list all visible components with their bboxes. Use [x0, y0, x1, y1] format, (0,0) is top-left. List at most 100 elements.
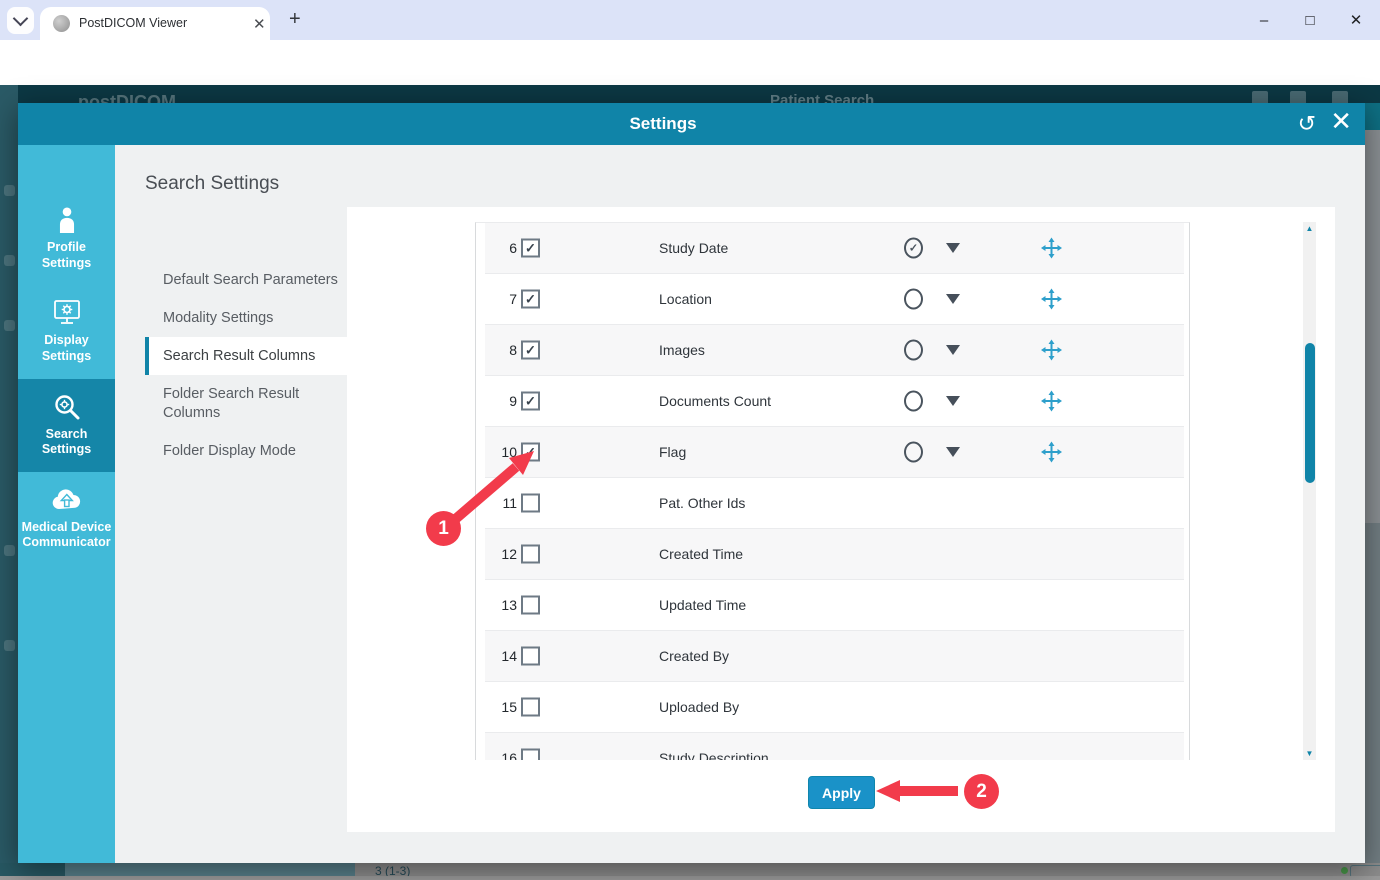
sidebar-item-display-settings[interactable]: Display Settings [18, 285, 115, 378]
sidebar-item-search-settings[interactable]: Search Settings [18, 379, 115, 472]
table-scrollbar[interactable]: ▲ ▼ [1303, 222, 1316, 760]
submenu-item-modality-settings[interactable]: Modality Settings [145, 299, 343, 337]
column-label: Study Date [659, 240, 728, 256]
column-checkbox[interactable]: ✓ [521, 341, 540, 360]
app-logo: postDICOM [78, 92, 176, 103]
settings-modal-header: Settings ↺ ✕ [18, 103, 1365, 145]
table-row: 13 Updated Time [485, 580, 1184, 631]
move-row-icon[interactable] [1041, 340, 1062, 361]
column-checkbox[interactable]: ✓ [521, 392, 540, 411]
row-number: 14 [491, 648, 517, 664]
table-row: 9 ✓ Documents Count [485, 376, 1184, 427]
table-row: 6 ✓ Study Date ✓ [485, 223, 1184, 274]
sort-radio[interactable] [904, 391, 923, 412]
move-row-icon[interactable] [1041, 238, 1062, 259]
sort-radio[interactable] [904, 340, 923, 361]
row-number: 7 [491, 291, 517, 307]
annotation-badge-2: 2 [964, 774, 999, 809]
table-row: 16 Study Description [485, 733, 1184, 760]
cloud-upload-icon [21, 485, 112, 517]
row-number: 12 [491, 546, 517, 562]
app-sidebar-dimmed [0, 85, 18, 880]
taskbar-edge [0, 876, 1380, 880]
column-label: Location [659, 291, 712, 307]
app-header-icon [1290, 91, 1306, 103]
table-row: 12 Created Time [485, 529, 1184, 580]
sidebar-item-profile-settings[interactable]: Profile Settings [18, 192, 115, 285]
tab-search-button[interactable] [7, 7, 34, 34]
column-checkbox[interactable] [521, 647, 540, 666]
search-gear-icon [21, 392, 112, 424]
sort-direction-dropdown-icon[interactable] [946, 345, 960, 355]
sort-direction-dropdown-icon[interactable] [946, 294, 960, 304]
column-label: Images [659, 342, 705, 358]
close-icon[interactable]: ✕ [1330, 106, 1352, 137]
submenu-item-folder-search-result-columns[interactable]: Folder Search Result Columns [145, 375, 343, 431]
sidebar-item-medical-device-communicator[interactable]: Medical Device Communicator [18, 472, 115, 565]
column-checkbox[interactable]: ✓ [521, 239, 540, 258]
scroll-down-icon[interactable]: ▼ [1303, 749, 1316, 758]
row-number: 11 [491, 495, 517, 511]
row-number: 15 [491, 699, 517, 715]
table-row: 8 ✓ Images [485, 325, 1184, 376]
table-row: 14 Created By [485, 631, 1184, 682]
column-checkbox[interactable] [521, 545, 540, 564]
settings-title: Settings [18, 103, 1308, 145]
sort-direction-dropdown-icon[interactable] [946, 396, 960, 406]
column-checkbox[interactable] [521, 749, 540, 761]
row-number: 13 [491, 597, 517, 613]
row-number: 9 [491, 393, 517, 409]
column-label: Updated Time [659, 597, 746, 613]
sort-radio[interactable] [904, 289, 923, 310]
display-icon [21, 298, 112, 330]
browser-tab[interactable]: PostDICOM Viewer ✕ [40, 7, 270, 40]
sort-radio[interactable]: ✓ [904, 238, 923, 259]
table-row: 10 ✓ Flag [485, 427, 1184, 478]
column-label: Created By [659, 648, 729, 664]
app-header-dimmed: postDICOM Patient Search [0, 85, 1380, 103]
settings-sidebar: Profile Settings Display Settings Search… [18, 145, 115, 863]
column-checkbox[interactable]: ✓ [521, 290, 540, 309]
table-row: 15 Uploaded By [485, 682, 1184, 733]
annotation-badge-1: 1 [426, 511, 461, 546]
new-tab-button[interactable]: + [283, 6, 307, 33]
sort-direction-dropdown-icon[interactable] [946, 243, 960, 253]
column-label: Uploaded By [659, 699, 739, 715]
table-row: 7 ✓ Location [485, 274, 1184, 325]
submenu-item-default-search-parameters[interactable]: Default Search Parameters [145, 261, 343, 299]
submenu-item-folder-display-mode[interactable]: Folder Display Mode [145, 432, 343, 470]
scrollbar-thumb[interactable] [1305, 343, 1315, 483]
app-right-edge-dimmed [1365, 103, 1380, 880]
row-number: 16 [491, 750, 517, 760]
app-header-icon [1252, 91, 1268, 103]
move-row-icon[interactable] [1041, 289, 1062, 310]
window-maximize-button[interactable]: □ [1288, 0, 1332, 40]
scroll-up-icon[interactable]: ▲ [1303, 224, 1316, 233]
app-header-icon [1332, 91, 1348, 103]
column-checkbox[interactable] [521, 596, 540, 615]
profile-icon [21, 205, 112, 237]
column-checkbox[interactable]: ✓ [521, 443, 540, 462]
window-minimize-button[interactable]: – [1242, 0, 1286, 40]
column-checkbox[interactable] [521, 698, 540, 717]
column-label: Study Description [659, 750, 769, 760]
app-page-title: Patient Search [770, 92, 874, 103]
row-number: 6 [491, 240, 517, 256]
sort-radio[interactable] [904, 442, 923, 463]
table-row: 11 Pat. Other Ids [485, 478, 1184, 529]
browser-toolbar: ← → ↻ germany.postdicom.com/Viewer/Main … [0, 40, 1380, 85]
settings-modal: Settings ↺ ✕ Profile Settings Display Se… [18, 103, 1365, 863]
column-checkbox[interactable] [521, 494, 540, 513]
move-row-icon[interactable] [1041, 442, 1062, 463]
sort-direction-dropdown-icon[interactable] [946, 447, 960, 457]
move-row-icon[interactable] [1041, 391, 1062, 412]
submenu-item-search-result-columns[interactable]: Search Result Columns [145, 337, 347, 375]
app-footer-status-dot [1341, 867, 1348, 874]
apply-button[interactable]: Apply [808, 776, 875, 809]
screen: PostDICOM Viewer ✕ + – □ ✕ ← → ↻ germany… [0, 0, 1380, 880]
tab-close-icon[interactable]: ✕ [247, 13, 272, 35]
window-close-button[interactable]: ✕ [1334, 0, 1378, 40]
column-label: Flag [659, 444, 686, 460]
section-title: Search Settings [145, 173, 279, 195]
refresh-icon[interactable]: ↺ [1298, 111, 1316, 137]
